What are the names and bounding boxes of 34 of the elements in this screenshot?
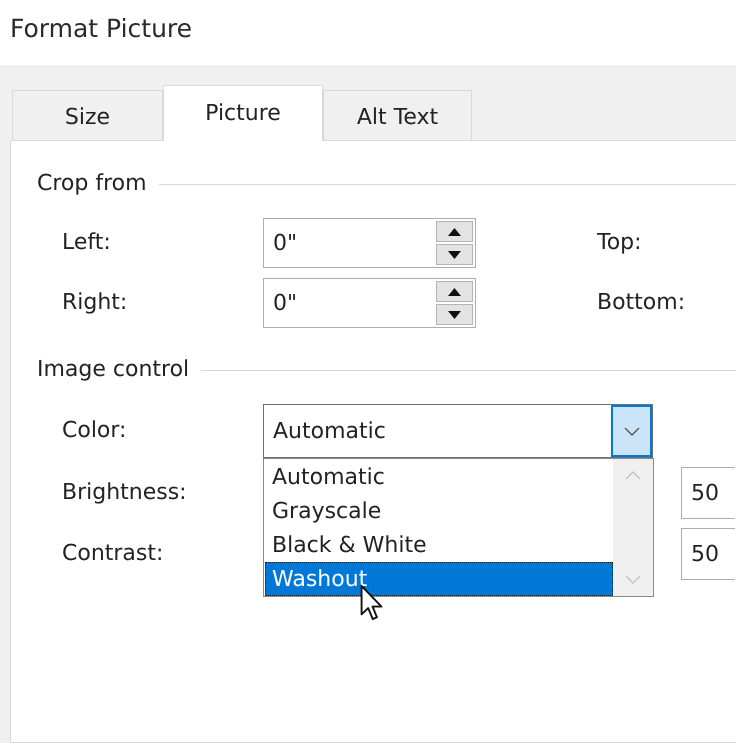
- section-heading: Crop from: [37, 171, 147, 197]
- dropdown-option[interactable]: Grayscale: [265, 494, 613, 528]
- dropdown-option[interactable]: Automatic: [265, 461, 613, 495]
- field-label: Color:: [62, 418, 126, 444]
- tab[interactable]: Picture: [163, 85, 323, 141]
- window-title: Format Picture: [10, 13, 192, 45]
- input-field[interactable]: 50: [681, 467, 735, 519]
- spin-down-button[interactable]: [436, 304, 473, 325]
- section-heading: Image control: [37, 357, 190, 383]
- tab[interactable]: Size: [12, 90, 163, 140]
- field-label: Top:: [597, 230, 642, 256]
- spin-field[interactable]: 0": [263, 218, 476, 268]
- chevron-down-icon: [625, 575, 641, 584]
- field-label: Right:: [62, 290, 128, 316]
- dropdown-option[interactable]: Washout: [265, 562, 613, 596]
- down-triangle-icon: [448, 310, 461, 318]
- input-field[interactable]: 50: [681, 528, 735, 580]
- spin-field[interactable]: 0": [263, 278, 476, 328]
- field-label: Brightness:: [62, 480, 187, 506]
- spin-up-button[interactable]: [436, 221, 473, 242]
- up-triangle-icon: [448, 288, 461, 296]
- dropdown-button[interactable]: [611, 405, 652, 457]
- chevron-down-icon: [624, 426, 640, 436]
- field-label: Bottom:: [597, 290, 686, 316]
- spin-up-button[interactable]: [436, 281, 473, 302]
- field-label: Contrast:: [62, 541, 164, 567]
- tab[interactable]: Alt Text: [323, 90, 472, 140]
- up-triangle-icon: [448, 228, 461, 236]
- color-dropdown[interactable]: Automatic: [263, 404, 653, 458]
- down-triangle-icon: [448, 250, 461, 258]
- chevron-up-icon: [625, 471, 641, 480]
- field-label: Left:: [62, 230, 111, 256]
- dropdown-option[interactable]: Black & White: [265, 528, 613, 562]
- spin-down-button[interactable]: [436, 244, 473, 265]
